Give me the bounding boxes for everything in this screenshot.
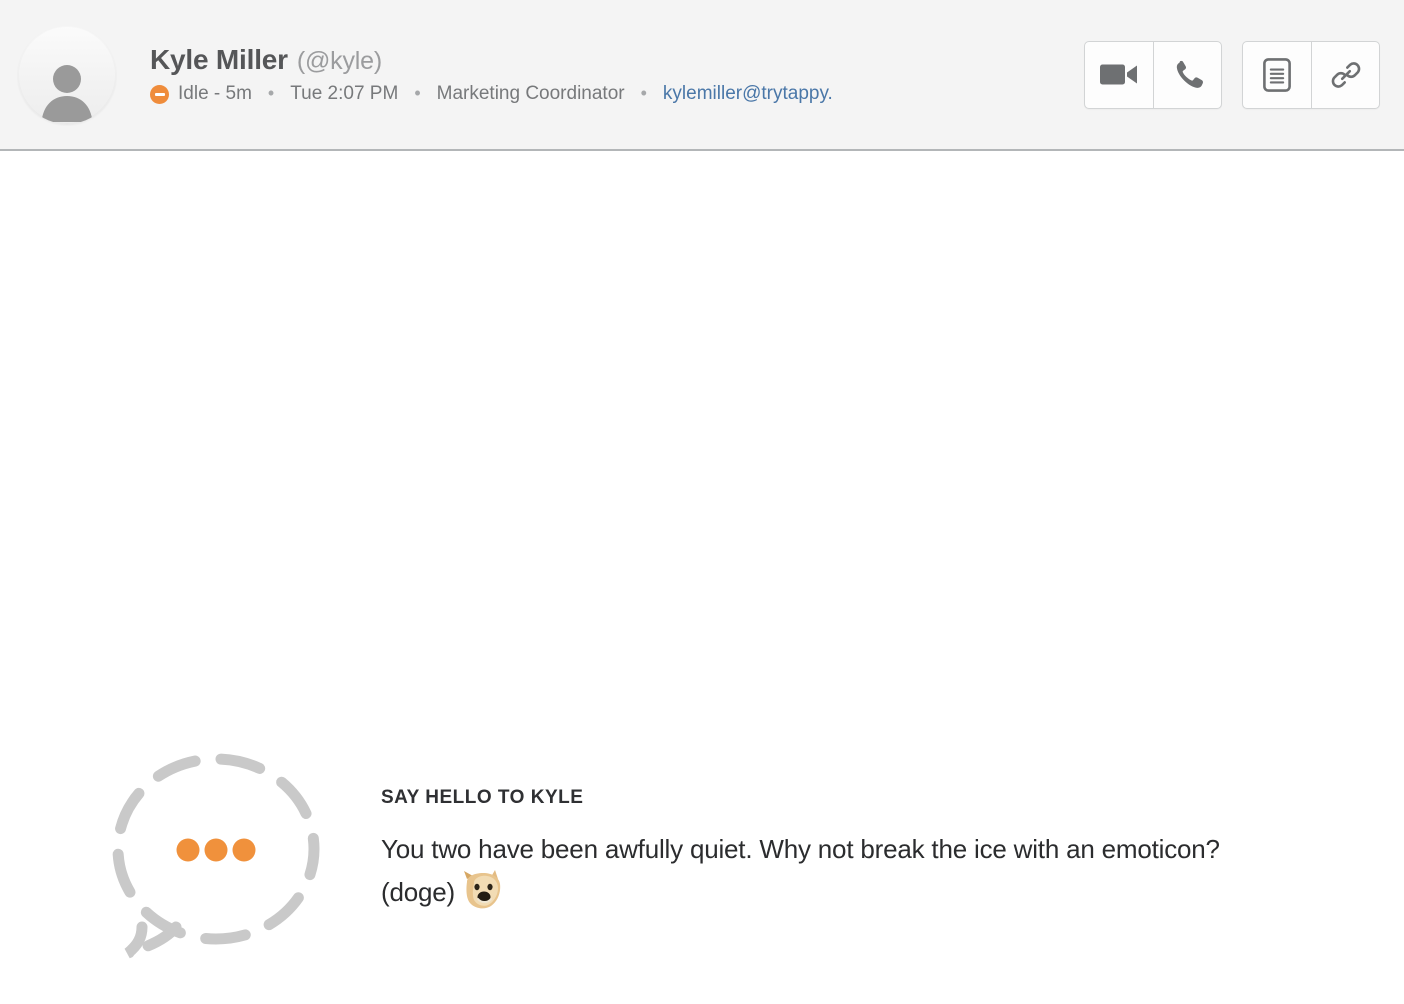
avatar[interactable] — [18, 25, 116, 124]
link-button[interactable] — [1311, 41, 1379, 108]
user-handle: (@kyle) — [296, 47, 382, 75]
local-time: Tue 2:07 PM — [290, 83, 399, 104]
name-row: Kyle Miller (@kyle) — [150, 44, 1064, 76]
chat-header: Kyle Miller (@kyle) Idle - 5m • Tue 2:07… — [0, 0, 1404, 151]
header-actions — [1084, 40, 1380, 109]
user-meta-row: Idle - 5m • Tue 2:07 PM • Marketing Coor… — [150, 83, 1064, 105]
empty-state-body-text: You two have been awfully quiet. Why not… — [381, 834, 1220, 908]
job-title: Marketing Coordinator — [436, 83, 625, 104]
meta-separator: • — [267, 83, 275, 103]
speech-bubble-typing-icon — [104, 749, 329, 964]
empty-state-prompt: SAY HELLO TO KYLE You two have been awfu… — [0, 745, 1404, 964]
document-icon — [1263, 57, 1291, 92]
video-call-button[interactable] — [1085, 42, 1153, 108]
phone-icon — [1173, 60, 1203, 90]
link-icon — [1329, 58, 1363, 92]
status-text: Idle - 5m — [178, 83, 252, 104]
idle-status-icon — [150, 84, 169, 104]
user-identity: Kyle Miller (@kyle) Idle - 5m • Tue 2:07… — [150, 44, 1064, 105]
video-camera-icon — [1100, 62, 1138, 87]
empty-state-body: You two have been awfully quiet. Why not… — [381, 828, 1291, 913]
empty-state-text: SAY HELLO TO KYLE You two have been awfu… — [381, 745, 1291, 913]
voice-call-button[interactable] — [1153, 41, 1221, 108]
display-name: Kyle Miller — [150, 44, 288, 75]
chat-window: Kyle Miller (@kyle) Idle - 5m • Tue 2:07… — [0, 0, 1404, 1004]
notes-button[interactable] — [1243, 42, 1311, 108]
doge-emoticon — [461, 870, 505, 910]
utility-button-group — [1242, 40, 1380, 109]
meta-separator: • — [414, 83, 421, 103]
message-list: SAY HELLO TO KYLE You two have been awfu… — [0, 151, 1404, 1004]
meta-separator: • — [640, 83, 647, 103]
empty-state-title: SAY HELLO TO KYLE — [381, 787, 584, 808]
email-link[interactable]: kylemiller@trytappy. — [663, 83, 833, 105]
person-placeholder-icon — [35, 62, 99, 124]
status-badge: Idle - 5m — [150, 83, 252, 105]
call-button-group — [1084, 40, 1222, 109]
